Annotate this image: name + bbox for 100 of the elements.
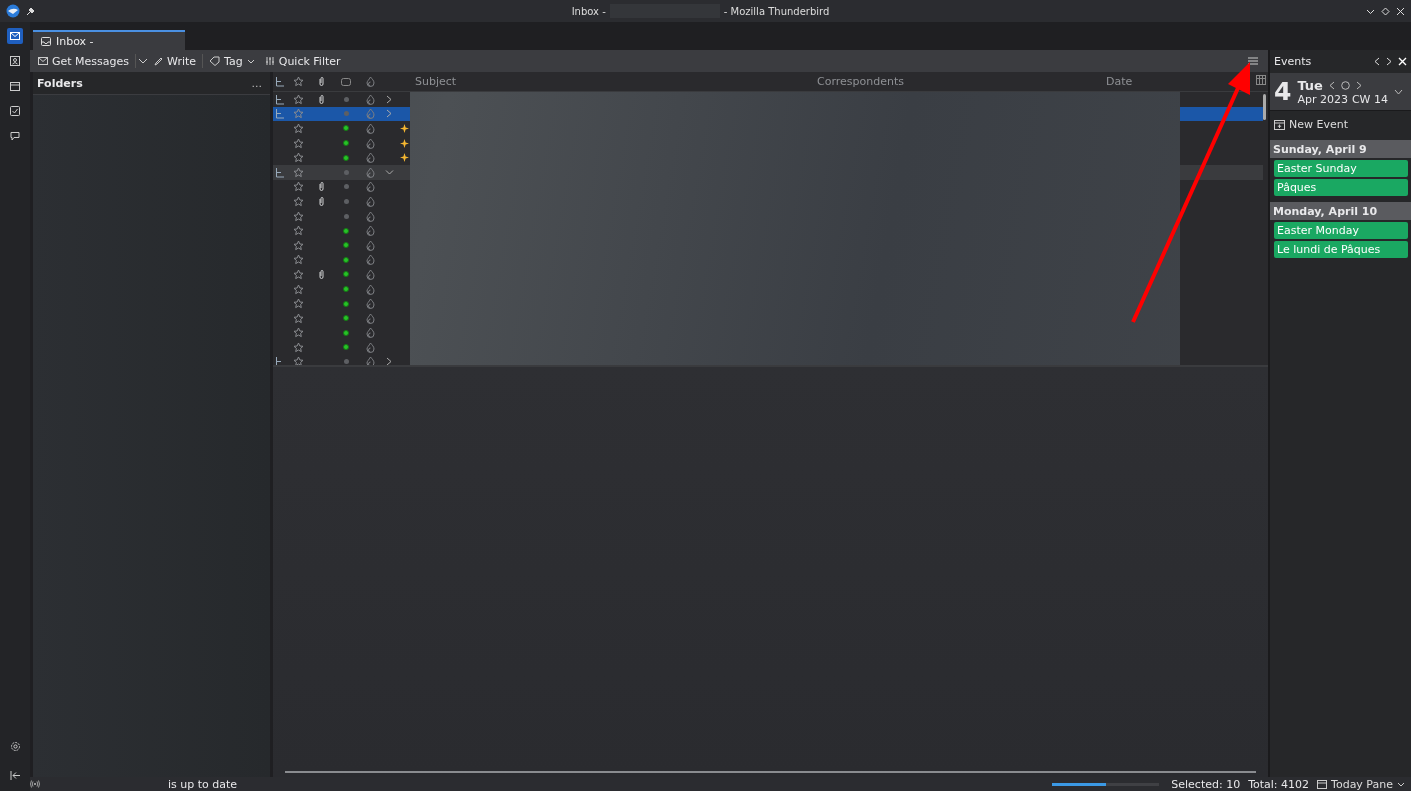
- read-status-dot[interactable]: [343, 300, 349, 307]
- flame-icon: [365, 93, 375, 105]
- read-status-dot[interactable]: [343, 140, 349, 147]
- column-header[interactable]: Correspondents: [615, 75, 1106, 88]
- scrollbar[interactable]: [285, 771, 1256, 773]
- calendar-icon: [1317, 779, 1328, 789]
- tag-button[interactable]: Tag: [205, 52, 259, 70]
- address-book-button[interactable]: [7, 53, 23, 69]
- chevron-icon[interactable]: [384, 109, 394, 119]
- tasks-button[interactable]: [7, 103, 23, 119]
- read-status-dot[interactable]: [343, 329, 349, 336]
- read-status-dot[interactable]: [343, 359, 349, 365]
- chevron-right-icon[interactable]: [1386, 57, 1392, 66]
- column-header[interactable]: Date: [1106, 75, 1216, 88]
- folders-heading: Folders: [37, 76, 83, 90]
- caret-icon: [1397, 781, 1405, 787]
- dropdown-icon[interactable]: [138, 58, 149, 64]
- chevron-left-icon[interactable]: [1328, 80, 1335, 90]
- activity-icon: [30, 780, 40, 788]
- new-event-button[interactable]: New Event: [1270, 110, 1411, 138]
- column-picker-icon[interactable]: [1256, 75, 1266, 85]
- today-pane-button[interactable]: Today Pane: [1317, 777, 1405, 791]
- pin-icon[interactable]: [26, 6, 35, 16]
- thread-icon: [275, 108, 285, 120]
- day-number: 4: [1274, 77, 1292, 106]
- weekday: Tue: [1297, 77, 1323, 93]
- calendar-week: CW 14: [1351, 92, 1388, 106]
- pencil-icon: [154, 56, 164, 66]
- window-title: - Mozilla Thunderbird: [723, 5, 830, 17]
- inbox-tab[interactable]: Inbox -: [33, 30, 185, 50]
- collapse-icon[interactable]: [9, 771, 21, 780]
- star-icon: [293, 181, 304, 193]
- quick-filter-button[interactable]: Quick Filter: [260, 52, 345, 70]
- menu-icon[interactable]: [1248, 57, 1258, 65]
- read-status-dot[interactable]: [343, 344, 349, 351]
- checklist-icon: [10, 106, 20, 116]
- calendar-icon: [10, 81, 20, 91]
- flame-icon: [365, 108, 375, 120]
- star-icon: [293, 254, 304, 266]
- flame-icon: [365, 225, 375, 237]
- get-messages-button[interactable]: Get Messages: [34, 52, 134, 70]
- star-icon: [293, 152, 304, 164]
- thread-icon: [275, 93, 285, 105]
- inbox-tray-icon: [41, 36, 51, 46]
- read-status-dot[interactable]: [343, 111, 349, 117]
- expand-chevron-icon[interactable]: [1394, 88, 1403, 95]
- scrollbar[interactable]: [1263, 94, 1266, 120]
- star-icon: [293, 298, 304, 310]
- read-status-dot[interactable]: [343, 96, 349, 102]
- read-status-dot[interactable]: [343, 286, 349, 292]
- chevron-icon[interactable]: [384, 94, 394, 104]
- flame-icon: [365, 123, 375, 134]
- star-icon: [293, 210, 304, 222]
- read-status-dot[interactable]: [343, 154, 349, 161]
- read-status-dot[interactable]: [343, 242, 349, 249]
- mail-space-button[interactable]: [7, 28, 23, 44]
- chevron-icon[interactable]: [384, 167, 394, 177]
- flame-icon: [365, 254, 375, 266]
- read-status-dot[interactable]: [343, 184, 349, 190]
- contact-card-icon: [10, 56, 20, 66]
- paperclip-icon: [317, 76, 325, 87]
- column-header[interactable]: Subject: [412, 75, 615, 88]
- star-icon: [293, 356, 304, 365]
- read-status-dot[interactable]: [343, 256, 349, 263]
- star-icon: [293, 225, 304, 237]
- today-circle-icon[interactable]: [1340, 80, 1350, 90]
- more-button[interactable]: ...: [247, 74, 266, 92]
- settings-icon[interactable]: [9, 741, 21, 752]
- read-status-dot[interactable]: [343, 169, 349, 175]
- window-title: Inbox -: [571, 5, 606, 17]
- star-icon: [293, 195, 304, 207]
- filter-sliders-icon: [264, 56, 275, 66]
- flame-icon: [365, 195, 375, 207]
- star-icon: [293, 239, 304, 251]
- flame-icon: [365, 181, 375, 193]
- flame-icon: [365, 137, 375, 149]
- read-status-dot[interactable]: [343, 227, 349, 234]
- thread-icon: [275, 166, 285, 178]
- read-status-dot[interactable]: [343, 213, 349, 219]
- read-status-dot[interactable]: [343, 271, 349, 278]
- chevron-right-icon[interactable]: [1355, 80, 1362, 90]
- flame-icon: [365, 298, 375, 310]
- flame-icon: [365, 152, 375, 164]
- star-icon: [293, 108, 304, 120]
- read-status-dot[interactable]: [343, 125, 349, 132]
- maximize-icon[interactable]: [1381, 6, 1390, 16]
- star-icon: [293, 283, 304, 295]
- read-status-dot[interactable]: [343, 315, 349, 322]
- close-icon[interactable]: [1396, 6, 1405, 16]
- day-heading: Monday, April 10: [1270, 202, 1411, 220]
- chevron-left-icon[interactable]: [1374, 57, 1380, 66]
- chevron-icon[interactable]: [384, 357, 394, 365]
- thread-icon: [275, 76, 285, 87]
- star-icon: [293, 327, 304, 339]
- month-year: Apr 2023: [1297, 92, 1348, 106]
- flame-icon: [365, 268, 375, 280]
- read-status-dot[interactable]: [343, 198, 349, 204]
- star-icon: [293, 76, 304, 87]
- write-button[interactable]: Write: [150, 52, 201, 70]
- star-icon: [293, 268, 304, 280]
